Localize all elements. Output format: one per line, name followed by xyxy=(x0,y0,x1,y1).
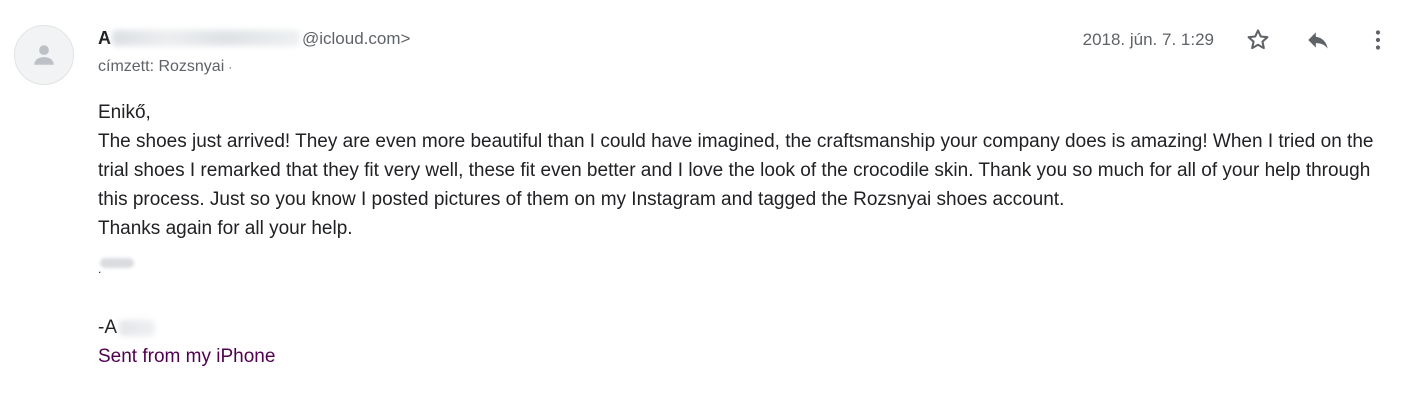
signoff-redacted xyxy=(119,319,155,336)
sender-name-redacted xyxy=(112,30,300,46)
body-paragraph: The shoes just arrived! They are even mo… xyxy=(98,131,1374,210)
email-signature: Sent from my iPhone xyxy=(98,346,276,367)
message-actions: 2018. jún. 7. 1:29 xyxy=(1083,24,1407,56)
reply-icon xyxy=(1308,32,1328,49)
greeting: Enikő, xyxy=(98,102,151,123)
reply-button[interactable] xyxy=(1302,24,1334,56)
recipient-line: címzett: Rozsnyai · xyxy=(98,58,410,76)
more-options-button[interactable] xyxy=(1362,24,1394,56)
star-button[interactable] xyxy=(1242,24,1274,56)
signoff: -A xyxy=(98,313,1388,342)
recipient-text: címzett: Rozsnyai xyxy=(98,58,225,75)
more-vert-icon xyxy=(1375,30,1381,50)
thanks-line: Thanks again for all your help. xyxy=(98,218,353,239)
message-body: Enikő, The shoes just arrived! They are … xyxy=(98,98,1388,371)
sender-name: A xyxy=(98,28,111,48)
star-outline-icon xyxy=(1247,29,1269,50)
email-message: A @icloud.com> címzett: Rozsnyai · 2018.… xyxy=(0,0,1407,418)
person-icon xyxy=(34,45,54,65)
sender-email: @icloud.com> xyxy=(302,29,411,48)
message-header: A @icloud.com> címzett: Rozsnyai · xyxy=(98,28,410,76)
sender[interactable]: A @icloud.com> xyxy=(98,28,410,52)
message-date: 2018. jún. 7. 1:29 xyxy=(1082,30,1214,49)
signoff-text: -A xyxy=(98,317,117,338)
details-toggle[interactable]: · xyxy=(228,60,232,74)
redacted-block xyxy=(100,258,134,268)
redacted-line: . xyxy=(98,253,1388,276)
avatar[interactable] xyxy=(14,25,74,85)
